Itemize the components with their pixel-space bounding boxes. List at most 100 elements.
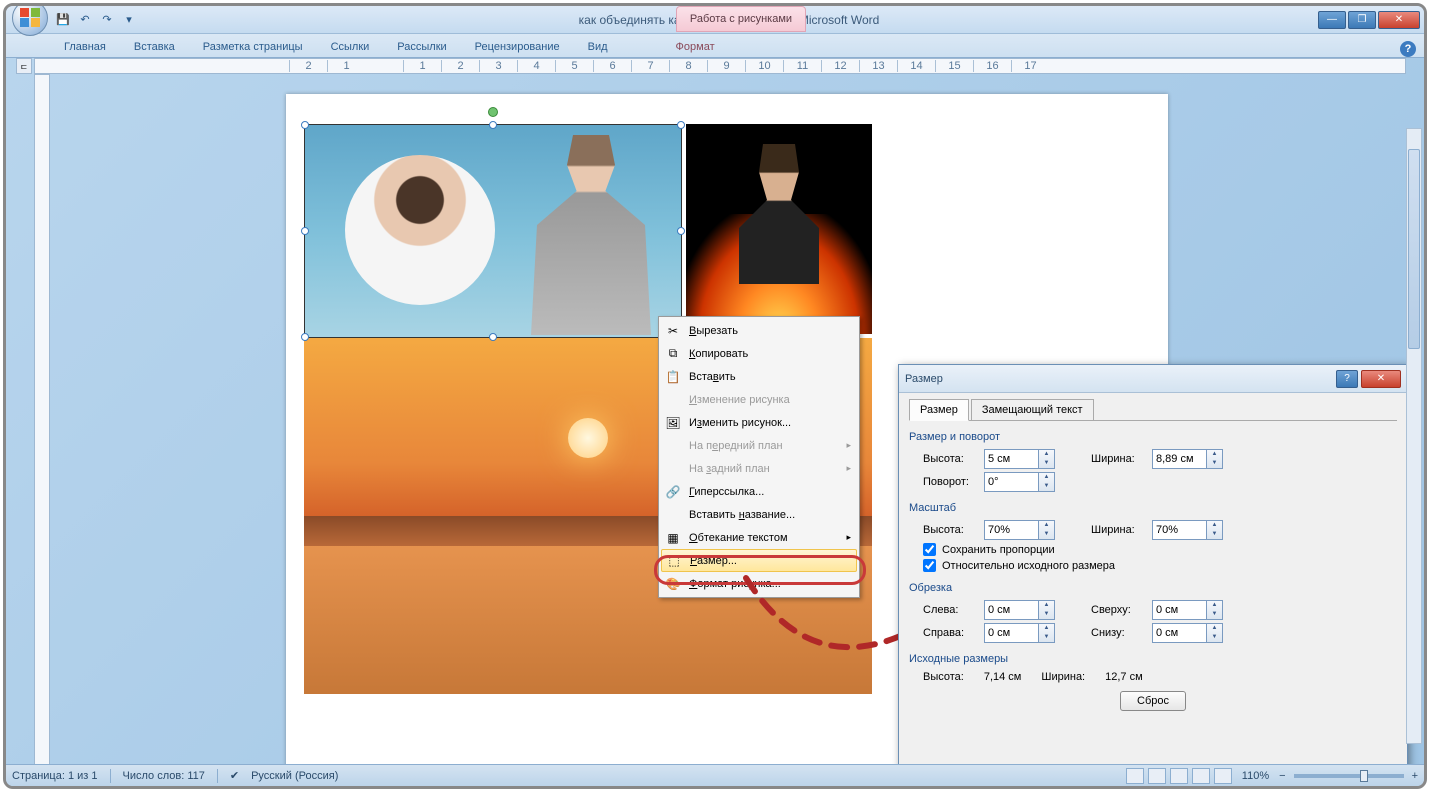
menu-label: Изменение рисунка — [689, 394, 790, 406]
context-menu-item-10[interactable]: ⬚Размер... — [661, 549, 857, 572]
horizontal-ruler[interactable]: 211234567891011121314151617 — [34, 58, 1406, 74]
dialog-tab-size[interactable]: Размер — [909, 399, 969, 421]
rotate-handle[interactable] — [488, 107, 498, 117]
menu-icon: 🔗 — [663, 483, 683, 501]
tab-mailings[interactable]: Рассылки — [387, 37, 456, 57]
status-language[interactable]: Русский (Россия) — [251, 770, 338, 782]
width-input[interactable] — [1152, 449, 1207, 469]
scale-width-spinner[interactable]: ▲▼ — [1207, 520, 1223, 540]
scale-height-spinner[interactable]: ▲▼ — [1039, 520, 1055, 540]
crop-bottom-label: Снизу: — [1091, 627, 1146, 639]
image-selected[interactable] — [304, 124, 682, 338]
undo-icon[interactable]: ↶ — [76, 11, 94, 29]
menu-label: Размер... — [690, 555, 737, 567]
context-menu-item-6: На задний план — [661, 457, 857, 480]
dialog-tab-alt-text[interactable]: Замещающий текст — [971, 399, 1094, 421]
crop-right-input[interactable] — [984, 623, 1039, 643]
view-full-screen-icon[interactable] — [1148, 768, 1166, 784]
status-words[interactable]: Число слов: 117 — [123, 770, 205, 782]
tab-home[interactable]: Главная — [54, 37, 116, 57]
scale-width-label: Ширина: — [1091, 524, 1146, 536]
menu-label: Вставить название... — [689, 509, 795, 521]
contextual-tab-picture-tools: Работа с рисунками — [676, 6, 806, 32]
minimize-button[interactable]: — — [1318, 11, 1346, 29]
tab-references[interactable]: Ссылки — [321, 37, 380, 57]
tab-insert[interactable]: Вставка — [124, 37, 185, 57]
menu-label: Вставить — [689, 371, 736, 383]
view-outline-icon[interactable] — [1192, 768, 1210, 784]
crop-left-spinner[interactable]: ▲▼ — [1039, 600, 1055, 620]
scale-width-input[interactable] — [1152, 520, 1207, 540]
crop-top-label: Сверху: — [1091, 604, 1146, 616]
context-menu-item-1[interactable]: ⧉Копировать — [661, 342, 857, 365]
zoom-level[interactable]: 110% — [1242, 770, 1269, 782]
titlebar: 💾 ↶ ↷ ▾ как объединять картинки в Пэйнт … — [6, 6, 1424, 34]
lock-aspect-checkbox[interactable] — [923, 543, 936, 556]
context-menu-item-2[interactable]: 📋Вставить — [661, 365, 857, 388]
menu-label: Формат рисунка... — [689, 578, 781, 590]
group-scale: Масштаб — [909, 502, 1397, 514]
redo-icon[interactable]: ↷ — [98, 11, 116, 29]
zoom-in-button[interactable]: + — [1412, 770, 1418, 782]
reset-button[interactable]: Сброс — [1120, 691, 1186, 711]
crop-top-spinner[interactable]: ▲▼ — [1207, 600, 1223, 620]
menu-label: На передний план — [689, 440, 783, 452]
proofing-icon[interactable]: ✔ — [230, 769, 239, 782]
height-spinner[interactable]: ▲▼ — [1039, 449, 1055, 469]
menu-label: На задний план — [689, 463, 770, 475]
zoom-out-button[interactable]: − — [1279, 770, 1285, 782]
tab-page-layout[interactable]: Разметка страницы — [193, 37, 313, 57]
height-label: Высота: — [923, 453, 978, 465]
context-menu-item-5: На передний план — [661, 434, 857, 457]
help-icon[interactable]: ? — [1400, 41, 1416, 57]
menu-label: Изменить рисунок... — [689, 417, 791, 429]
rotate-spinner[interactable]: ▲▼ — [1039, 472, 1055, 492]
tab-format[interactable]: Формат — [666, 37, 725, 57]
context-menu-item-9[interactable]: ▦Обтекание текстом — [661, 526, 857, 549]
status-bar: Страница: 1 из 1 Число слов: 117 ✔ Русск… — [6, 764, 1424, 786]
relative-original-label: Относительно исходного размера — [942, 560, 1115, 572]
crop-top-input[interactable] — [1152, 600, 1207, 620]
dialog-help-button[interactable]: ? — [1336, 370, 1358, 388]
menu-icon — [663, 437, 683, 455]
scale-height-label: Высота: — [923, 524, 978, 536]
view-web-layout-icon[interactable] — [1170, 768, 1188, 784]
menu-icon: ⧉ — [663, 345, 683, 363]
menu-icon: 🎨 — [663, 575, 683, 593]
view-print-layout-icon[interactable] — [1126, 768, 1144, 784]
maximize-button[interactable]: ❐ — [1348, 11, 1376, 29]
ruler-corner-icon[interactable]: ⊏ — [16, 58, 32, 74]
height-input[interactable] — [984, 449, 1039, 469]
crop-bottom-spinner[interactable]: ▲▼ — [1207, 623, 1223, 643]
zoom-slider[interactable] — [1294, 774, 1404, 778]
menu-label: Обтекание текстом — [689, 532, 788, 544]
menu-icon: ✂ — [663, 322, 683, 340]
tab-review[interactable]: Рецензирование — [465, 37, 570, 57]
crop-bottom-input[interactable] — [1152, 623, 1207, 643]
tab-view[interactable]: Вид — [578, 37, 618, 57]
status-page[interactable]: Страница: 1 из 1 — [12, 770, 98, 782]
context-menu-item-4[interactable]: 🖼Изменить рисунок... — [661, 411, 857, 434]
context-menu-item-8[interactable]: Вставить название... — [661, 503, 857, 526]
vertical-ruler[interactable] — [34, 74, 50, 766]
width-spinner[interactable]: ▲▼ — [1207, 449, 1223, 469]
menu-icon — [663, 506, 683, 524]
context-menu-item-7[interactable]: 🔗Гиперссылка... — [661, 480, 857, 503]
crop-right-spinner[interactable]: ▲▼ — [1039, 623, 1055, 643]
crop-left-input[interactable] — [984, 600, 1039, 620]
dialog-titlebar[interactable]: Размер ? ✕ — [899, 365, 1407, 393]
relative-original-checkbox[interactable] — [923, 559, 936, 572]
dialog-close-button[interactable]: ✕ — [1361, 370, 1401, 388]
office-button[interactable] — [12, 3, 48, 36]
ribbon-tabs: Главная Вставка Разметка страницы Ссылки… — [6, 34, 1424, 58]
save-icon[interactable]: 💾 — [54, 11, 72, 29]
vertical-scrollbar[interactable] — [1406, 128, 1422, 744]
context-menu-item-11[interactable]: 🎨 Формат рисунка... — [661, 572, 857, 595]
image-fire-portrait[interactable] — [686, 124, 872, 334]
context-menu-item-0[interactable]: ✂Вырезать — [661, 319, 857, 342]
close-button[interactable]: ✕ — [1378, 11, 1420, 29]
qat-more-icon[interactable]: ▾ — [120, 11, 138, 29]
rotate-input[interactable] — [984, 472, 1039, 492]
scale-height-input[interactable] — [984, 520, 1039, 540]
view-draft-icon[interactable] — [1214, 768, 1232, 784]
